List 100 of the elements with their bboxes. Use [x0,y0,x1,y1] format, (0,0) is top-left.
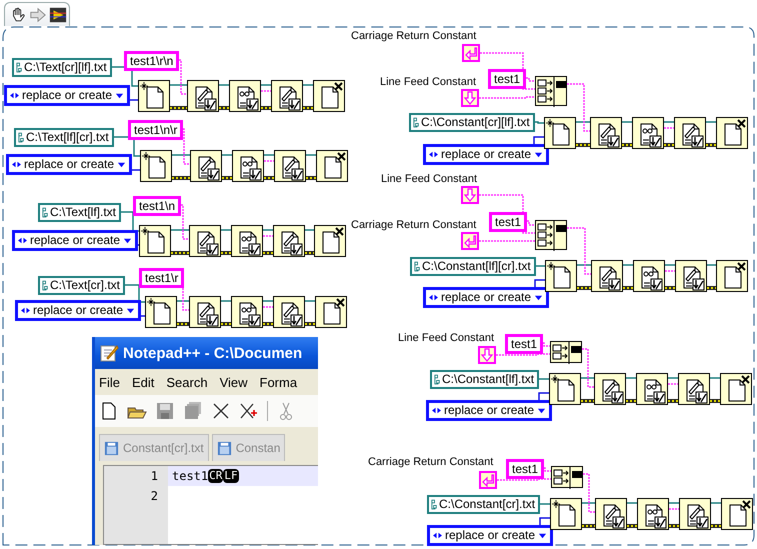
path-text: C:\Text[lf][cr].txt [26,130,109,145]
close-icon[interactable] [211,401,231,421]
mode-dropdown[interactable]: replace or create [427,525,554,546]
path-text: C:\Constant[lf].txt [442,372,534,387]
increment-arrows-icon [429,150,438,159]
wire [710,377,720,379]
string-constant: test1\r\n [124,51,180,71]
write-text-node [595,498,627,530]
error-wire [627,524,637,528]
open-file-node [140,150,172,182]
close-file-node [721,498,753,530]
mode-dropdown[interactable]: replace or create [423,287,550,308]
error-wire [264,176,274,180]
increment-arrows-icon [12,160,21,169]
open-file-node [544,117,576,149]
wire [711,502,721,504]
error-wire [221,322,231,326]
read-text-node [633,260,665,292]
open-file-node [545,260,577,292]
error-wire [177,322,189,326]
dropdown-arrow-icon [534,293,544,302]
wire [222,154,232,156]
read-text-node [232,150,264,182]
open-file-node [550,498,582,530]
path-text: C:\Constant[cr].txt [439,497,536,512]
error-wire [171,251,189,255]
path-icon [18,132,25,143]
wire [479,96,535,99]
close-file-node [313,80,345,112]
highlight-execution-icon[interactable] [49,6,67,24]
close-file-node [314,225,346,257]
save-icon[interactable] [155,401,175,421]
mode-dropdown[interactable]: replace or create [426,400,552,421]
string-constant: test1 [488,69,526,89]
dropdown-arrow-icon [538,531,548,540]
wire [221,300,231,302]
write-text-node [189,296,221,328]
string-constant: test1 [506,459,544,479]
write-text-node [189,225,221,257]
concatenate-strings-node [551,466,583,488]
mode-dropdown[interactable]: replace or create [4,85,130,106]
close-all-icon[interactable] [239,401,259,421]
path-text: C:\Constant[lf][cr].txt [422,259,531,274]
path-text: C:\Constant[cr][lf].txt [421,115,530,130]
path-text: C:\Text[cr][lf].txt [24,60,107,75]
wire [305,300,315,302]
error-wire [221,251,231,255]
mode-dropdown[interactable]: replace or create [12,230,138,251]
wire [479,240,535,242]
path-text: C:\Text[cr].txt [50,278,120,293]
mode-dropdown[interactable]: replace or create [15,300,142,321]
concatenate-strings-node [550,341,582,363]
dropdown-arrow-icon [537,406,546,415]
error-wire [664,143,674,147]
read-text-node [231,296,263,328]
error-wire [261,106,271,110]
wire [221,229,231,231]
write-text-node [274,150,306,182]
mode-dropdown[interactable]: replace or create [6,154,132,175]
close-file-node [720,373,752,405]
path-text: C:\Text[lf].txt [50,205,116,220]
file-icon [216,440,232,456]
dropdown-arrow-icon [123,236,132,245]
mode-dropdown[interactable]: replace or create [423,144,550,165]
increment-arrows-icon [21,306,30,315]
wire [219,84,229,86]
error-wire [668,399,678,403]
constant-label: Line Feed Constant [398,332,494,344]
open-file-node [145,296,177,328]
write-text-node [271,80,303,112]
read-text-node [229,80,261,112]
string-constant: test1 [489,212,528,232]
line-ending-marker: CR [208,469,224,483]
line-ending-marker: LF [223,469,239,483]
wire [542,342,550,347]
close-file-node [716,260,748,292]
menu-item[interactable]: Edit [132,374,154,390]
save-all-icon[interactable] [183,401,203,421]
menu-item[interactable]: Search [166,374,208,390]
constant-label: Carriage Return Constant [351,219,476,231]
error-wire [623,286,633,290]
constant-label: Line Feed Constant [380,76,476,88]
wire [707,264,716,266]
close-file-node [316,150,348,182]
window-title: Notepad++ - C:\Documen [123,344,302,362]
path-icon [431,499,438,510]
menu-item[interactable]: File [99,374,120,390]
increment-arrows-icon [433,531,442,540]
write-text-node [190,150,222,182]
menu-item[interactable]: Forma [260,374,298,390]
path-icon [434,374,441,385]
dropdown-arrow-icon [126,306,136,315]
error-wire [669,524,679,528]
write-text-node [273,225,305,257]
string-constant: test1\n [133,196,182,216]
open-file-node [549,373,581,405]
menu-item[interactable]: View [220,374,248,390]
error-wire [306,176,316,180]
wire [306,154,316,156]
wire [622,121,632,123]
